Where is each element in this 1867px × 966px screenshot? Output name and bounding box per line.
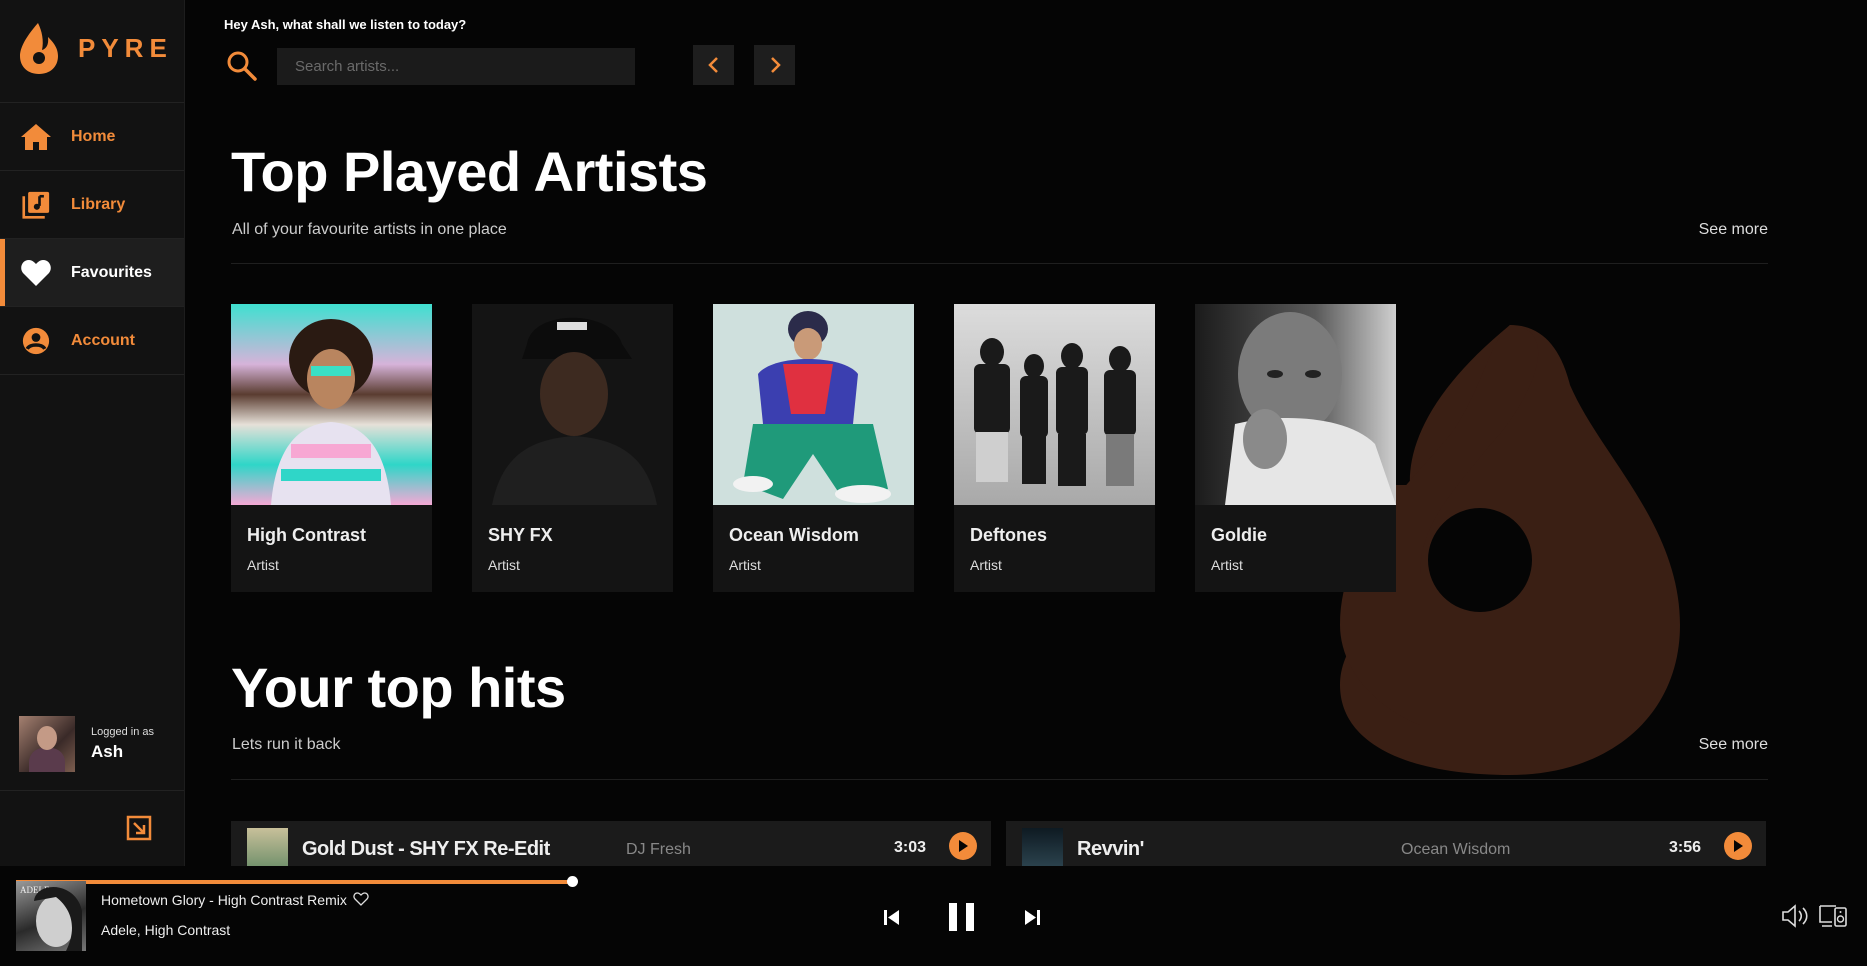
artist-image (472, 304, 673, 505)
now-playing-title: Hometown Glory - High Contrast Remix (101, 892, 347, 908)
user-name: Ash (91, 742, 124, 761)
artist-type: Artist (488, 557, 520, 573)
search-icon[interactable] (226, 50, 258, 82)
artist-image (1195, 304, 1396, 505)
progress-bar[interactable] (16, 876, 1716, 887)
progress-fill (16, 880, 572, 884)
library-icon (22, 191, 50, 219)
artist-name: Deftones (970, 525, 1048, 545)
section-subtitle-top-hits: Lets run it back (232, 736, 341, 753)
section-title-top-hits: Your top hits (231, 656, 566, 719)
pause-icon[interactable] (948, 902, 975, 932)
track-title: Gold Dust - SHY FX Re-Edit (302, 838, 550, 860)
track-title: Revvin' (1077, 838, 1144, 860)
artist-portrait (492, 317, 657, 505)
sidebar-item-label: Favourites (71, 263, 152, 281)
artist-portrait (733, 311, 891, 503)
sidebar: PYRE Home Library Favourites Account Log… (0, 0, 185, 866)
flame-logo-icon (20, 23, 58, 74)
artist-image (231, 304, 432, 505)
see-more-artists-link[interactable]: See more (1699, 221, 1768, 239)
section-subtitle-top-artists: All of your favourite artists in one pla… (232, 221, 507, 238)
greeting: Hey Ash, what shall we listen to today? (224, 17, 467, 32)
progress-handle[interactable] (566, 876, 578, 887)
sidebar-item-label: Library (71, 195, 126, 213)
home-icon (21, 124, 51, 150)
search-input[interactable] (277, 48, 635, 85)
app-name: PYRE (78, 32, 173, 63)
play-icon (959, 840, 968, 852)
sidebar-item-account[interactable]: Account (0, 307, 184, 375)
next-track-icon[interactable] (1024, 909, 1041, 926)
play-track-button[interactable] (1724, 832, 1752, 860)
artist-type: Artist (970, 557, 1002, 573)
artist-cards: High Contrast Artist SHY FX Artist Ocean… (231, 304, 1396, 592)
album-cover-portrait (34, 887, 82, 951)
artist-type: Artist (1211, 557, 1243, 573)
section-divider (231, 263, 1768, 264)
artist-image (954, 304, 1155, 505)
artist-portrait (271, 319, 391, 505)
heart-outline-icon[interactable] (353, 891, 369, 907)
track-duration: 3:03 (894, 839, 927, 856)
track-thumbnail (247, 828, 288, 866)
artist-card[interactable]: Deftones Artist (954, 304, 1155, 592)
section-title-top-artists: Top Played Artists (231, 140, 708, 203)
heart-icon (21, 260, 51, 286)
main-nav: Home Library Favourites Account (0, 102, 184, 375)
artist-portrait (974, 338, 1136, 486)
chevron-right-icon (770, 57, 781, 73)
play-icon (1734, 840, 1743, 852)
artist-name: High Contrast (247, 525, 366, 545)
sidebar-item-home[interactable]: Home (0, 103, 184, 171)
artist-name: Goldie (1211, 525, 1268, 545)
volume-icon[interactable] (1781, 904, 1809, 928)
artist-card[interactable]: Ocean Wisdom Artist (713, 304, 914, 592)
artist-card[interactable]: High Contrast Artist (231, 304, 432, 592)
forward-button[interactable] (754, 45, 795, 85)
track-artist: Ocean Wisdom (1401, 841, 1511, 858)
devices-icon[interactable] (1818, 902, 1848, 929)
track-artist: DJ Fresh (626, 841, 691, 858)
artist-type: Artist (729, 557, 761, 573)
track-thumbnail (1022, 828, 1063, 866)
sidebar-item-library[interactable]: Library (0, 171, 184, 239)
section-divider (231, 779, 1768, 780)
logged-in-label: Logged in as (91, 726, 154, 738)
see-more-hits-link[interactable]: See more (1699, 736, 1768, 754)
avatar (19, 716, 75, 772)
play-track-button[interactable] (949, 832, 977, 860)
artist-portrait (1225, 312, 1396, 505)
chevron-left-icon (707, 57, 718, 73)
artist-name: Ocean Wisdom (729, 525, 859, 545)
collapse-icon[interactable] (126, 815, 152, 841)
track-duration: 3:56 (1669, 839, 1702, 856)
user-profile[interactable]: Logged in as Ash (19, 716, 154, 772)
artist-image (713, 304, 914, 505)
previous-track-icon[interactable] (883, 909, 900, 926)
track-row[interactable]: Gold Dust - SHY FX Re-Edit DJ Fresh 3:03 (231, 821, 991, 866)
sidebar-item-label: Home (71, 127, 116, 145)
player-bar: ADELE Hometown Glory - High Contrast Rem… (0, 866, 1867, 966)
now-playing-artists: Adele, High Contrast (101, 922, 231, 938)
artist-card[interactable]: Goldie Artist (1195, 304, 1396, 592)
sidebar-item-favourites[interactable]: Favourites (0, 239, 184, 307)
artist-type: Artist (247, 557, 279, 573)
now-playing-artwork: ADELE (16, 881, 86, 951)
sidebar-item-label: Account (71, 331, 135, 349)
back-button[interactable] (693, 45, 734, 85)
artist-name: SHY FX (488, 525, 553, 545)
sidebar-divider (0, 790, 184, 791)
account-icon (22, 327, 50, 355)
track-row[interactable]: Revvin' Ocean Wisdom 3:56 (1006, 821, 1766, 866)
logo[interactable]: PYRE (18, 20, 173, 76)
artist-card[interactable]: SHY FX Artist (472, 304, 673, 592)
